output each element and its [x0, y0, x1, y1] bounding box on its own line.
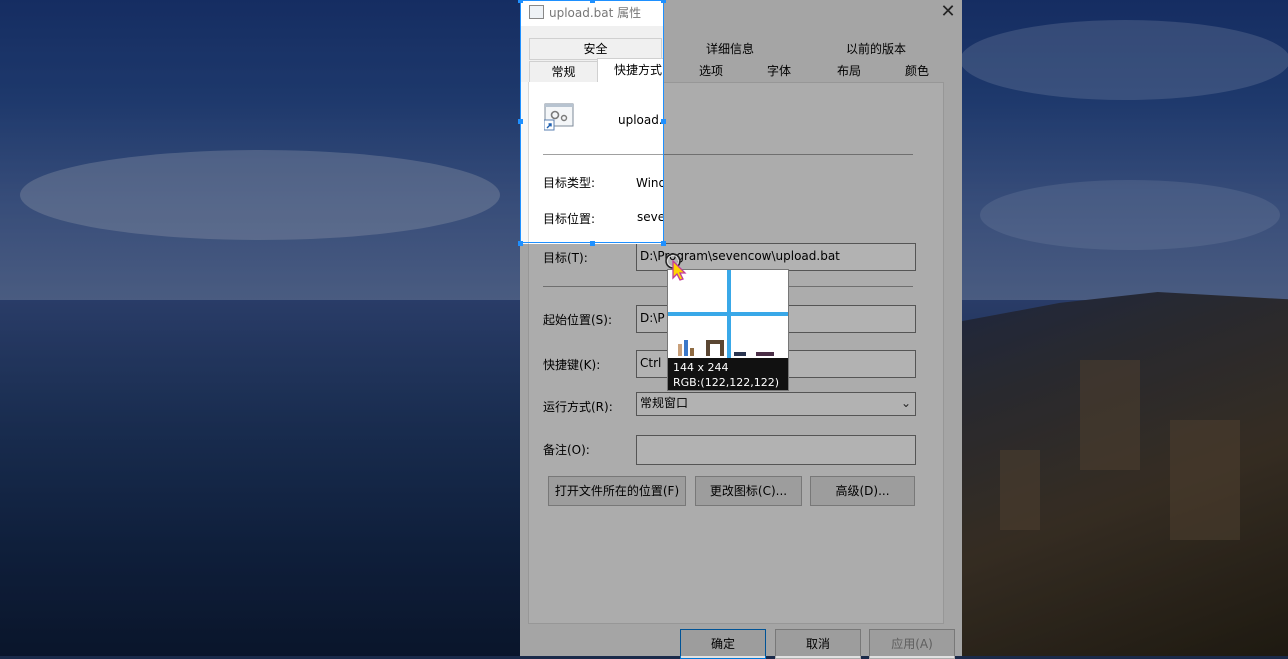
resize-handle[interactable] — [590, 241, 595, 246]
magnified-pixel — [706, 340, 710, 356]
magnifier: 144 x 244 RGB:(122,122,122) — [667, 269, 789, 391]
resize-handle[interactable] — [661, 0, 666, 3]
magnified-pixel — [684, 340, 688, 356]
crosshair-horizontal — [668, 312, 788, 316]
magnified-pixel — [734, 352, 746, 356]
pixel-rgb-text: RGB:(122,122,122) — [673, 376, 779, 389]
resize-handle[interactable] — [518, 241, 523, 246]
selection-size-text: 144 x 244 — [673, 361, 729, 374]
resize-handle[interactable] — [661, 119, 666, 124]
magnified-pixel — [690, 348, 694, 356]
color-picker-cursor-icon — [664, 252, 690, 285]
selection-border — [520, 0, 664, 243]
resize-handle[interactable] — [590, 0, 595, 3]
resize-handle[interactable] — [518, 0, 523, 3]
magnified-pixel — [756, 352, 774, 356]
magnified-pixel — [678, 344, 682, 356]
resize-handle[interactable] — [518, 119, 523, 124]
magnifier-info: 144 x 244 RGB:(122,122,122) — [668, 358, 788, 390]
magnified-pixel — [720, 340, 724, 356]
resize-handle[interactable] — [661, 241, 666, 246]
